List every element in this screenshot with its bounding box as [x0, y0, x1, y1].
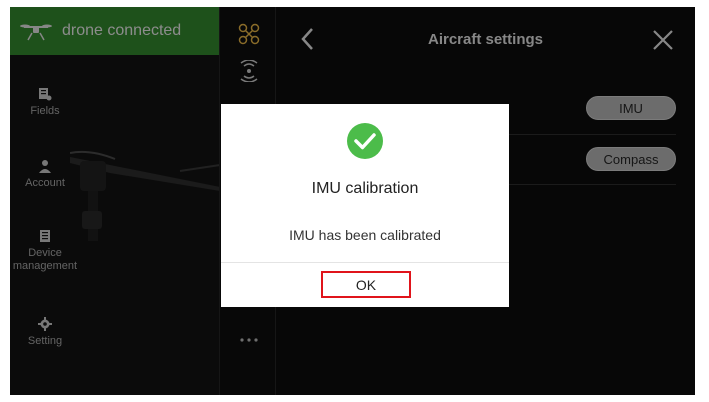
success-check-icon [347, 123, 383, 159]
ok-button[interactable]: OK [321, 271, 411, 298]
calibration-dialog: IMU calibration IMU has been calibrated … [221, 104, 509, 307]
dialog-divider [221, 262, 509, 263]
app-frame: drone connected Fields Account Device ma… [10, 7, 695, 395]
dialog-message: IMU has been calibrated [289, 227, 441, 243]
dialog-title: IMU calibration [311, 180, 419, 197]
